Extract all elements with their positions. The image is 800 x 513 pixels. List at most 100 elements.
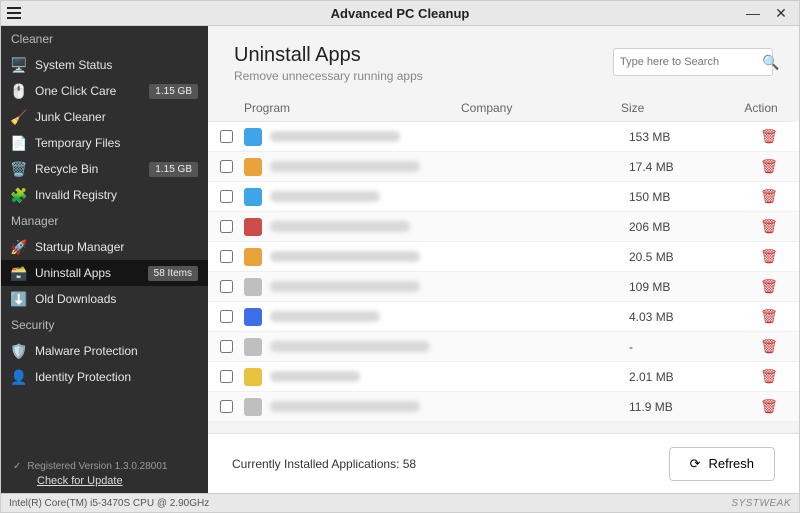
app-icon [244,368,262,386]
app-icon [244,398,262,416]
program-name [270,311,380,322]
sidebar-badge: 1.15 GB [149,162,198,177]
sidebar-item-recycle-bin[interactable]: 🗑️ Recycle Bin 1.15 GB [1,156,208,182]
size-value: 4.03 MB [629,310,739,324]
size-value: 109 MB [629,280,739,294]
program-name [270,341,430,352]
program-name [270,371,360,382]
delete-button[interactable]: 🗑 [739,248,799,265]
check-update-link[interactable]: Check for Update [13,475,196,487]
app-icon [244,338,262,356]
minimize-button[interactable]: — [745,5,761,22]
trash-icon: 🗑 [760,278,778,294]
search-icon[interactable]: 🔍 [762,54,779,71]
file-icon: 📄 [11,135,27,151]
table-row[interactable]: 109 MB 🗑 [208,272,799,302]
table-row[interactable]: 4.03 MB 🗑 [208,302,799,332]
row-checkbox[interactable] [220,340,233,353]
delete-button[interactable]: 🗑 [739,338,799,355]
sidebar-item-old-downloads[interactable]: ⬇️ Old Downloads [1,286,208,312]
table-row[interactable]: 20.5 MB🗑 [208,242,799,272]
table-row[interactable]: 153 MB🗑 [208,122,799,152]
delete-button[interactable]: 🗑 [739,218,799,235]
cursor-icon: 🖱️ [11,83,27,99]
sidebar-item-malware-protection[interactable]: 🛡️ Malware Protection [1,338,208,364]
delete-button[interactable]: 🗑 [739,308,799,325]
menu-icon[interactable] [1,1,27,25]
sidebar-item-label: One Click Care [35,84,141,98]
size-value: 11.9 MB [629,400,739,414]
sidebar-item-uninstall-apps[interactable]: 🗃️ Uninstall Apps 58 Items [1,260,208,286]
col-program[interactable]: Program [244,101,461,115]
refresh-label: Refresh [708,456,754,471]
table-row[interactable]: 2.01 MB🗑 [208,362,799,392]
row-checkbox[interactable] [220,220,233,233]
trash-icon: 🗑 [760,308,778,324]
row-checkbox[interactable] [220,280,233,293]
table-body[interactable]: 153 MB🗑17.4 MB🗑150 MB🗑206 MB🗑20.5 MB🗑109… [208,122,799,433]
refresh-button[interactable]: ⟳ Refresh [669,447,775,481]
registry-icon: 🧩 [11,187,27,203]
app-icon [244,128,262,146]
delete-button[interactable]: 🗑 [739,278,799,295]
section-cleaner: Cleaner [1,26,208,52]
delete-button[interactable]: 🗑 [739,398,799,415]
registered-version-label: Registered Version 1.3.0.28001 [27,461,167,472]
table-row[interactable]: -🗑 [208,332,799,362]
sidebar-item-startup-manager[interactable]: 🚀 Startup Manager [1,234,208,260]
delete-button[interactable]: 🗑 [739,158,799,175]
table-row[interactable]: 206 MB🗑 [208,212,799,242]
shield-icon: 🛡️ [11,343,27,359]
app-icon [244,188,262,206]
trash-icon: 🗑️ [11,161,27,177]
sidebar-item-label: Malware Protection [35,344,198,358]
sidebar-item-system-status[interactable]: 🖥️ System Status [1,52,208,78]
sidebar-footer: ✓ Registered Version 1.3.0.28001 Check f… [1,451,208,493]
sidebar-item-junk-cleaner[interactable]: 🧹 Junk Cleaner [1,104,208,130]
table-row[interactable]: 17.4 MB🗑 [208,152,799,182]
page-subtitle: Remove unnecessary running apps [234,69,423,83]
program-name [270,191,380,202]
cpu-info: Intel(R) Core(TM) i5-3470S CPU @ 2.90GHz [9,498,209,509]
close-button[interactable]: ✕ [773,5,789,22]
size-value: 153 MB [629,130,739,144]
app-icon [244,278,262,296]
delete-button[interactable]: 🗑 [739,368,799,385]
trash-icon: 🗑 [760,398,778,414]
program-name [270,251,420,262]
sidebar-item-label: Identity Protection [35,370,198,384]
col-action: Action [731,101,791,115]
sidebar-item-invalid-registry[interactable]: 🧩 Invalid Registry [1,182,208,208]
window-title: Advanced PC Cleanup [1,6,799,21]
sidebar-item-label: Invalid Registry [35,188,198,202]
section-manager: Manager [1,208,208,234]
table-header: Program Company Size Action [208,95,791,122]
check-icon: ✓ [13,461,21,472]
app-icon [244,308,262,326]
delete-button[interactable]: 🗑 [739,128,799,145]
sidebar-item-identity-protection[interactable]: 👤 Identity Protection [1,364,208,390]
col-size[interactable]: Size [621,101,731,115]
trash-icon: 🗑 [760,338,778,354]
sidebar-item-temporary-files[interactable]: 📄 Temporary Files [1,130,208,156]
search-box[interactable]: 🔍 [613,48,773,76]
row-checkbox[interactable] [220,130,233,143]
table-row[interactable]: 11.9 MB 🗑 [208,392,799,422]
refresh-icon: ⟳ [690,456,701,472]
delete-button[interactable]: 🗑 [739,188,799,205]
row-checkbox[interactable] [220,400,233,413]
col-company[interactable]: Company [461,101,621,115]
row-checkbox[interactable] [220,190,233,203]
trash-icon: 🗑 [760,218,778,234]
row-checkbox[interactable] [220,160,233,173]
sidebar-item-label: System Status [35,58,198,72]
monitor-icon: 🖥️ [11,57,27,73]
search-input[interactable] [620,56,762,68]
rocket-icon: 🚀 [11,239,27,255]
row-checkbox[interactable] [220,370,233,383]
sidebar-item-one-click-care[interactable]: 🖱️ One Click Care 1.15 GB [1,78,208,104]
row-checkbox[interactable] [220,250,233,263]
sidebar-badge: 1.15 GB [149,84,198,99]
table-row[interactable]: 150 MB🗑 [208,182,799,212]
row-checkbox[interactable] [220,310,233,323]
